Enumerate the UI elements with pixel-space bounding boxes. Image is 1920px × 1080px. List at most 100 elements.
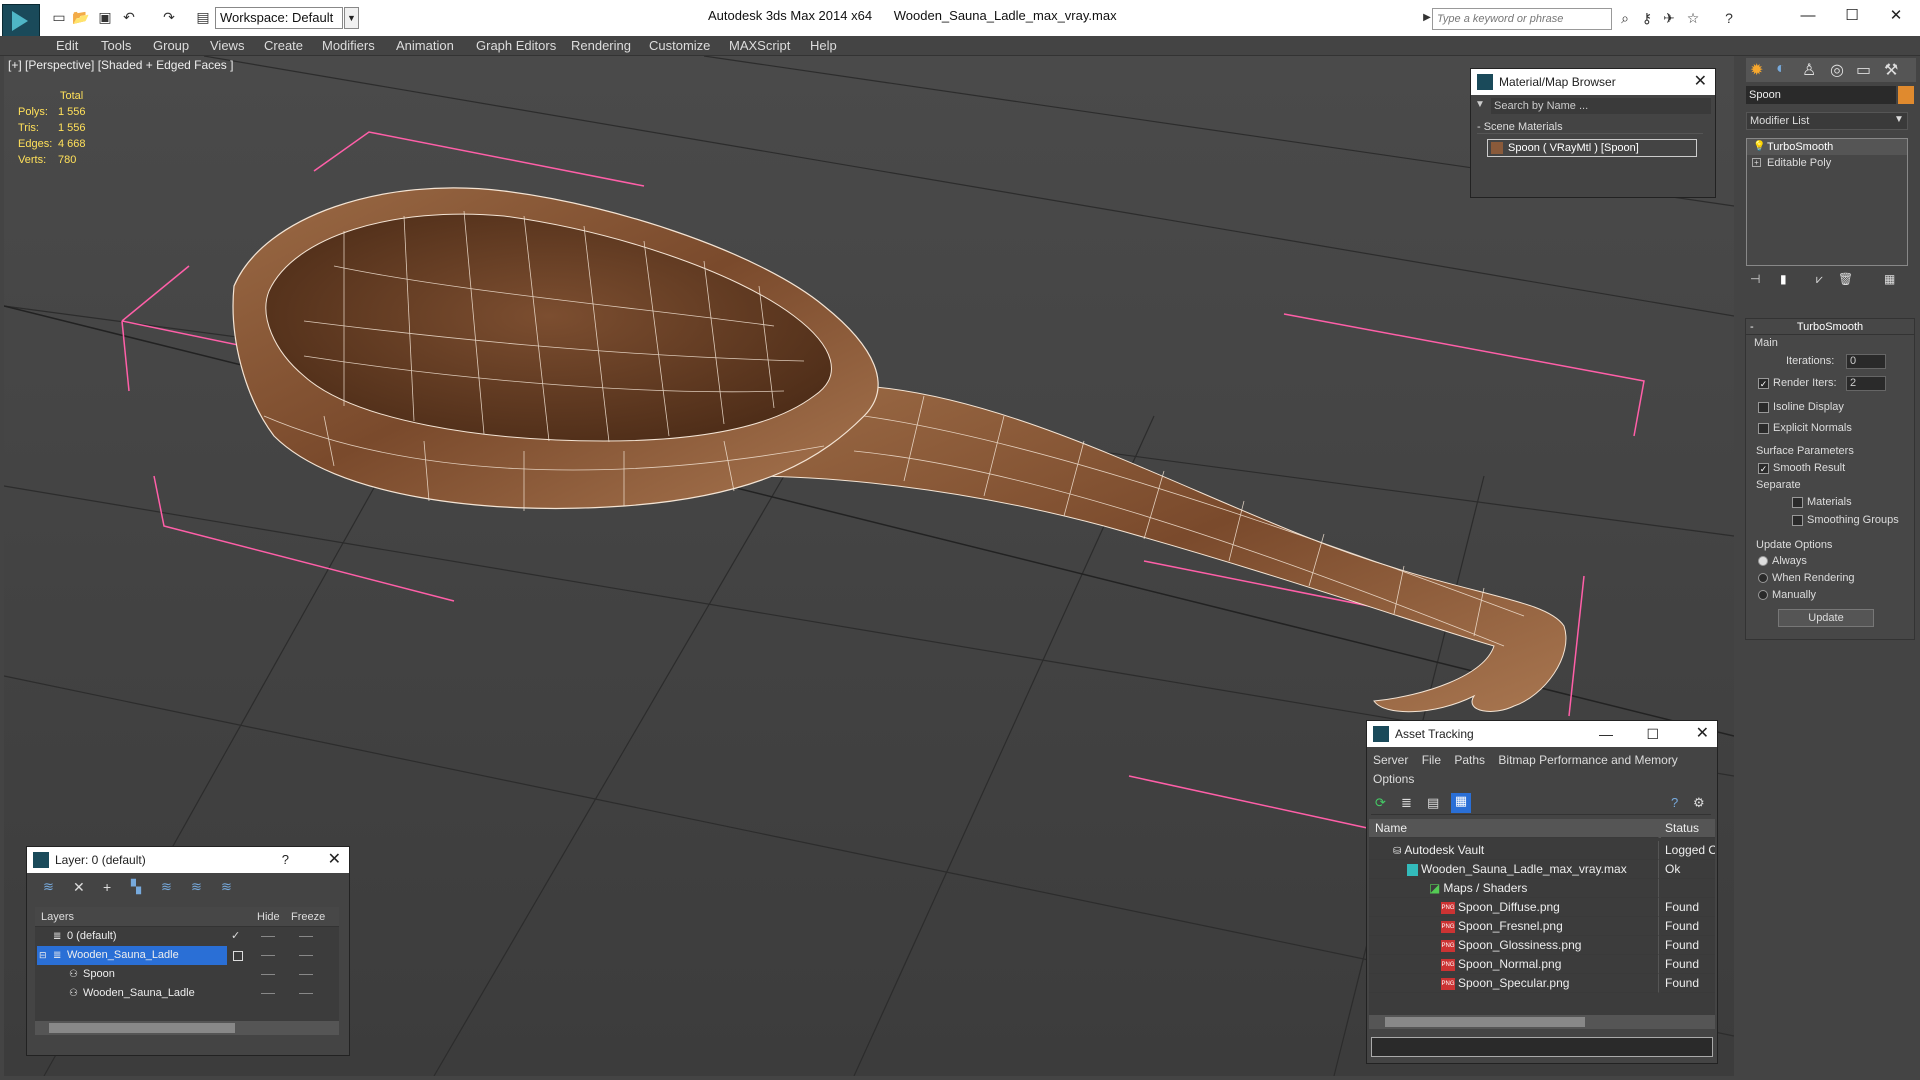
- star-icon[interactable]: ☆: [1684, 9, 1702, 27]
- stack-item-editable-poly[interactable]: + Editable Poly: [1747, 155, 1907, 171]
- help-icon[interactable]: ?: [282, 847, 289, 873]
- table-row[interactable]: PNG Spoon_Glossiness.png Found: [1369, 936, 1715, 955]
- binoculars-icon[interactable]: ⌕: [1616, 9, 1634, 27]
- table-row[interactable]: PNG Spoon_Diffuse.png Found: [1369, 898, 1715, 917]
- create-tab-icon[interactable]: ✹: [1750, 60, 1763, 80]
- freeze-all-icon[interactable]: ≋: [221, 879, 232, 895]
- smooth-result-checkbox[interactable]: ✓: [1758, 462, 1769, 474]
- table-row[interactable]: Wooden_Sauna_Ladle_max_vray.max Ok: [1369, 860, 1715, 879]
- isoline-checkbox[interactable]: [1758, 401, 1769, 413]
- menu-paths[interactable]: Paths: [1454, 753, 1485, 767]
- filter-icon[interactable]: ▼: [1475, 99, 1487, 111]
- smoothing-groups-checkbox[interactable]: [1792, 514, 1803, 526]
- configure-sets-icon[interactable]: ▦: [1884, 272, 1895, 286]
- explicit-normals-checkbox[interactable]: [1758, 422, 1769, 434]
- maximize-icon[interactable]: ☐: [1646, 721, 1659, 747]
- menu-create[interactable]: Create: [264, 38, 303, 53]
- chevron-down-icon[interactable]: ▼: [344, 7, 359, 29]
- horizontal-scrollbar[interactable]: [35, 1021, 339, 1035]
- render-iters-spinner[interactable]: 2: [1846, 376, 1886, 391]
- scrollbar-thumb[interactable]: [1385, 1017, 1585, 1027]
- object-color-swatch[interactable]: [1898, 86, 1914, 104]
- table-row[interactable]: ⛁ Autodesk Vault Logged O: [1369, 841, 1715, 860]
- table-view-icon[interactable]: ▦: [1451, 793, 1471, 813]
- update-when-rendering-row[interactable]: When Rendering: [1758, 572, 1855, 584]
- close-icon[interactable]: ✕: [1696, 721, 1709, 747]
- new-layer-icon[interactable]: ≋: [43, 879, 54, 895]
- minimize-button[interactable]: —: [1786, 4, 1830, 28]
- scene-materials-section[interactable]: - Scene Materials: [1477, 121, 1703, 134]
- select-objects-icon[interactable]: ▚: [131, 879, 141, 895]
- col-layers[interactable]: Layers: [41, 907, 74, 927]
- workspace-dropdown[interactable]: Workspace: Default: [215, 7, 343, 29]
- hierarchy-tab-icon[interactable]: ♙: [1802, 60, 1816, 80]
- save-icon[interactable]: ▣: [96, 8, 114, 26]
- set-active-box[interactable]: [233, 951, 243, 961]
- menu-customize[interactable]: Customize: [649, 38, 710, 53]
- col-freeze[interactable]: Freeze: [291, 907, 325, 927]
- close-button[interactable]: ✕: [1874, 4, 1918, 28]
- update-always-row[interactable]: Always: [1758, 555, 1807, 567]
- modify-tab-icon[interactable]: ◐: [1776, 60, 1786, 78]
- show-end-result-icon[interactable]: ▮: [1780, 272, 1787, 286]
- list-view-icon[interactable]: ≣: [1401, 795, 1412, 811]
- menu-help[interactable]: Help: [810, 38, 837, 53]
- viewport-label[interactable]: [+] [Perspective] [Shaded + Edged Faces …: [8, 58, 233, 72]
- active-checkmark-icon[interactable]: ✓: [231, 927, 240, 946]
- menu-options[interactable]: Options: [1373, 772, 1414, 786]
- always-radio[interactable]: [1758, 556, 1768, 567]
- modifier-list-dropdown[interactable]: Modifier List: [1746, 112, 1908, 130]
- material-search-input[interactable]: Search by Name ...: [1491, 98, 1711, 114]
- motion-tab-icon[interactable]: ◎: [1830, 60, 1844, 80]
- hide-all-icon[interactable]: ≋: [191, 879, 202, 895]
- menu-maxscript[interactable]: MAXScript: [729, 38, 790, 53]
- menu-rendering[interactable]: Rendering: [571, 38, 631, 53]
- horizontal-scrollbar[interactable]: [1369, 1015, 1715, 1029]
- app-logo-icon[interactable]: [2, 4, 40, 38]
- lightbulb-icon[interactable]: 💡: [1753, 139, 1765, 155]
- close-icon[interactable]: ✕: [1694, 69, 1707, 95]
- smooth-result-row[interactable]: ✓ Smooth Result: [1758, 462, 1845, 474]
- asset-tracking-titlebar[interactable]: Asset Tracking — ☐ ✕: [1367, 721, 1717, 747]
- search-input[interactable]: Type a keyword or phrase: [1432, 8, 1612, 30]
- menu-modifiers[interactable]: Modifiers: [322, 38, 375, 53]
- pin-stack-icon[interactable]: ⊣: [1750, 272, 1760, 286]
- redo-icon[interactable]: ↷: [160, 8, 178, 26]
- close-icon[interactable]: ✕: [328, 847, 341, 873]
- render-iters-checkbox[interactable]: ✓: [1758, 377, 1769, 389]
- add-to-layer-icon[interactable]: +: [103, 879, 111, 895]
- stack-item-turbosmooth[interactable]: 💡 TurboSmooth: [1747, 139, 1907, 155]
- menu-tools[interactable]: Tools: [101, 38, 131, 53]
- menu-file[interactable]: File: [1422, 753, 1441, 767]
- materials-row[interactable]: Materials: [1792, 496, 1852, 508]
- new-file-icon[interactable]: ▭: [50, 8, 68, 26]
- menu-server[interactable]: Server: [1373, 753, 1408, 767]
- make-unique-icon[interactable]: ⩗: [1816, 272, 1823, 287]
- layer-row-default[interactable]: ≣ 0 (default) ✓: [35, 927, 337, 946]
- menu-views[interactable]: Views: [210, 38, 244, 53]
- settings-icon[interactable]: ⚙: [1693, 795, 1705, 811]
- menu-group[interactable]: Group: [153, 38, 189, 53]
- explicit-normals-row[interactable]: Explicit Normals: [1758, 422, 1852, 434]
- menu-graph-editors[interactable]: Graph Editors: [476, 38, 556, 53]
- menu-animation[interactable]: Animation: [396, 38, 454, 53]
- refresh-icon[interactable]: ⟳: [1375, 795, 1386, 811]
- update-button[interactable]: Update: [1778, 609, 1874, 627]
- layer-row-spoon[interactable]: ⚇ Spoon: [35, 965, 337, 984]
- help-icon[interactable]: ?: [1720, 9, 1738, 27]
- display-tab-icon[interactable]: ▭: [1856, 60, 1871, 80]
- material-item-spoon[interactable]: Spoon ( VRayMtl ) [Spoon]: [1487, 139, 1697, 157]
- table-row[interactable]: PNG Spoon_Normal.png Found: [1369, 955, 1715, 974]
- highlight-layer-icon[interactable]: ≋: [161, 879, 172, 895]
- materials-checkbox[interactable]: [1792, 496, 1803, 508]
- table-row[interactable]: ◪ Maps / Shaders: [1369, 879, 1715, 898]
- col-status[interactable]: Status: [1661, 819, 1715, 838]
- scrollbar-thumb[interactable]: [49, 1023, 235, 1033]
- object-name-input[interactable]: Spoon: [1746, 86, 1896, 104]
- tree-view-icon[interactable]: ▤: [1427, 795, 1439, 811]
- minimize-icon[interactable]: —: [1599, 721, 1613, 747]
- menu-edit[interactable]: Edit: [56, 38, 78, 53]
- undo-icon[interactable]: ↶: [120, 8, 138, 26]
- isoline-display-row[interactable]: Isoline Display: [1758, 401, 1844, 413]
- asset-path-field[interactable]: [1371, 1037, 1713, 1057]
